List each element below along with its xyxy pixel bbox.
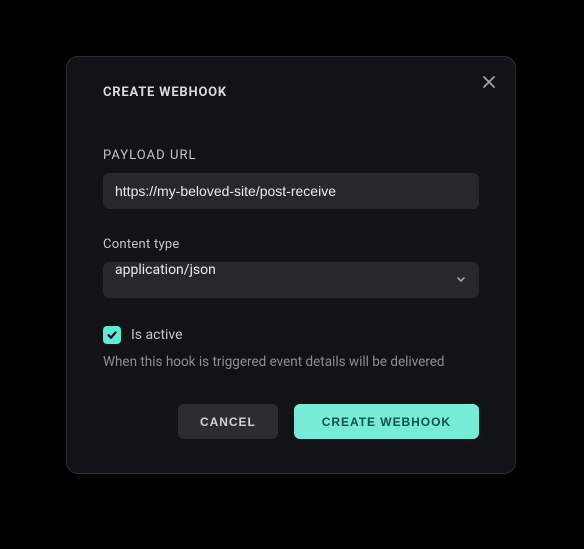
close-button[interactable]	[477, 71, 501, 95]
payload-url-label: PAYLOAD URL	[103, 148, 479, 163]
is-active-label: Is active	[131, 327, 183, 343]
create-webhook-modal: CREATE WEBHOOK PAYLOAD URL Content type …	[66, 56, 516, 474]
payload-url-field: PAYLOAD URL	[103, 148, 479, 209]
create-webhook-button[interactable]: CREATE WEBHOOK	[294, 404, 479, 439]
content-type-select[interactable]: application/json	[103, 262, 479, 298]
content-type-field: Content type application/json	[103, 237, 479, 298]
content-type-label: Content type	[103, 237, 479, 252]
check-icon	[106, 326, 118, 345]
modal-title: CREATE WEBHOOK	[103, 85, 479, 100]
cancel-button[interactable]: CANCEL	[178, 404, 278, 439]
payload-url-input[interactable]	[103, 173, 479, 209]
is-active-row: Is active	[103, 326, 479, 344]
close-icon	[482, 75, 496, 92]
modal-actions: CANCEL CREATE WEBHOOK	[103, 404, 479, 439]
helper-text: When this hook is triggered event detail…	[103, 354, 479, 370]
content-type-select-wrap: application/json	[103, 262, 479, 298]
is-active-checkbox[interactable]	[103, 326, 121, 344]
